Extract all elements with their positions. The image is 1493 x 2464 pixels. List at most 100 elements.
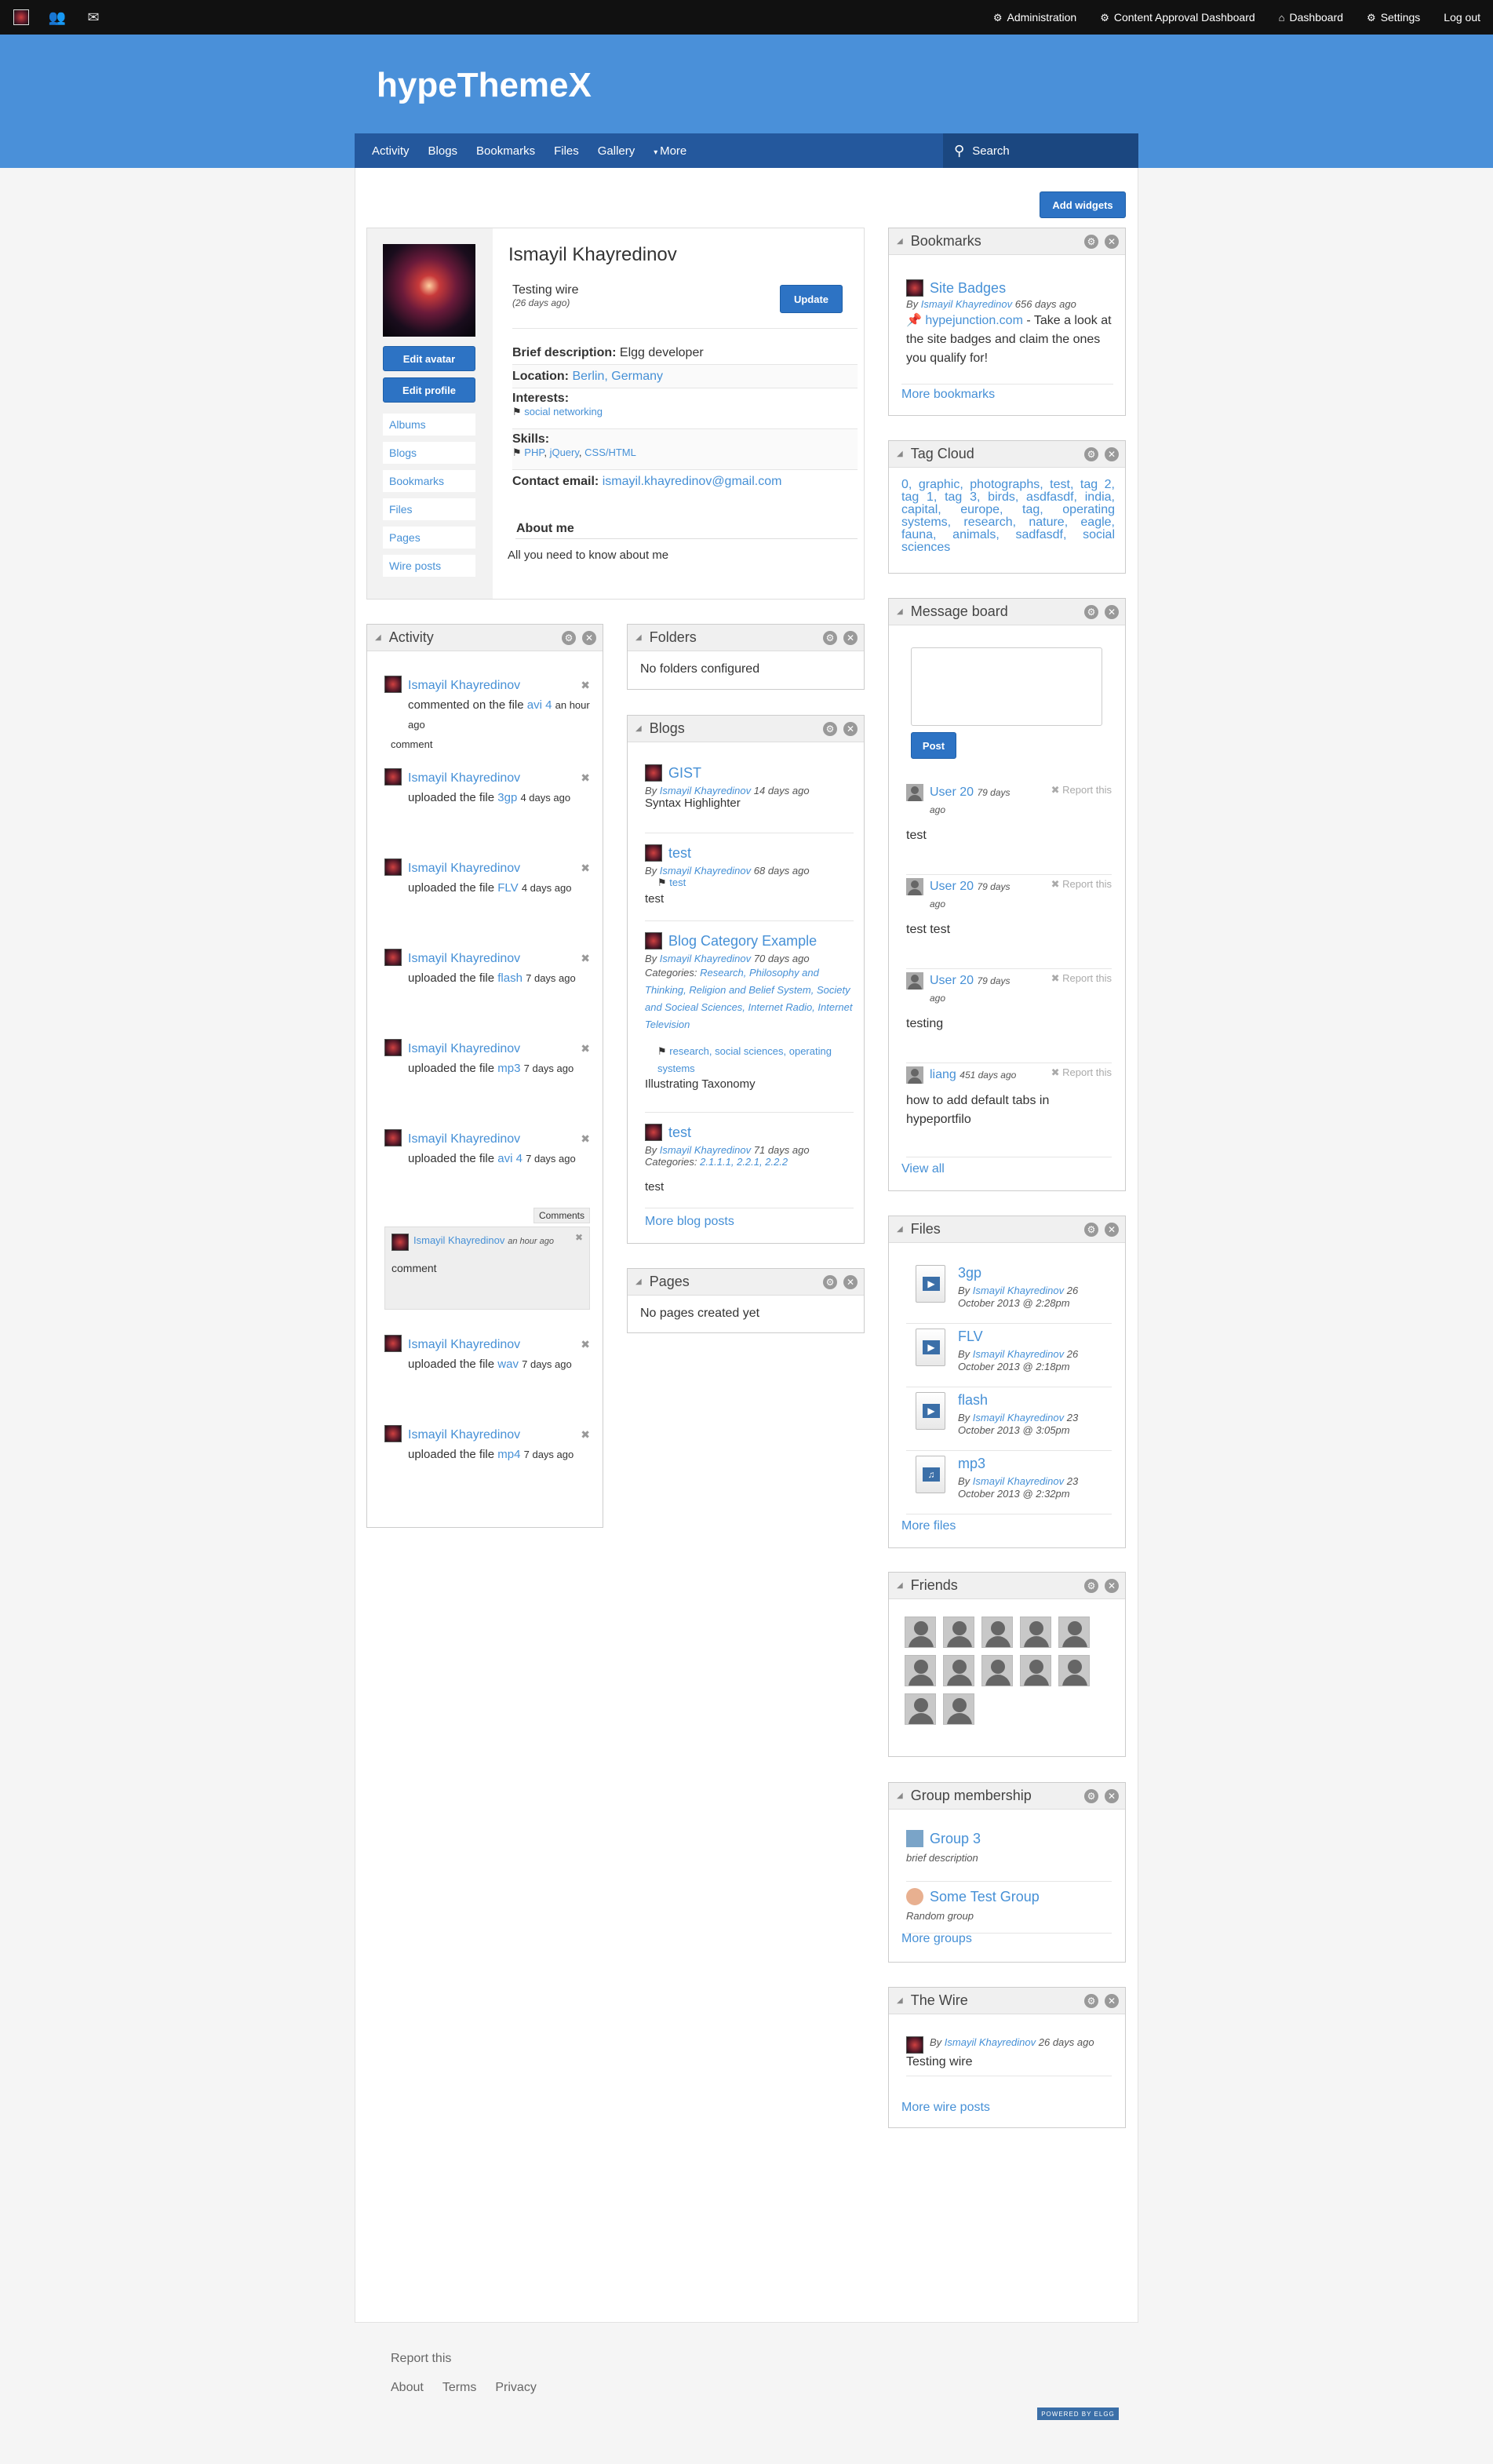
blog-tag[interactable]: test (669, 877, 686, 888)
report-link[interactable]: ✖ Report this (1051, 878, 1112, 891)
elgg-logo-icon[interactable] (3, 0, 39, 35)
mail-icon[interactable]: ✉ (75, 0, 111, 35)
gear-icon[interactable]: ⚙ (1084, 447, 1098, 461)
file-name[interactable]: flash (958, 1392, 988, 1408)
collapse-icon[interactable]: ◢ (897, 1581, 903, 1590)
activity-user[interactable]: Ismayil Khayredinov (408, 862, 520, 875)
avatar[interactable] (384, 1039, 402, 1056)
delete-icon[interactable]: ✖ (581, 1425, 590, 1445)
file-name[interactable]: FLV (958, 1329, 983, 1344)
avatar[interactable] (906, 972, 923, 990)
report-link[interactable]: ✖ Report this (1051, 784, 1112, 796)
close-icon[interactable]: ✕ (843, 722, 858, 736)
close-icon[interactable]: ✕ (1105, 235, 1119, 249)
activity-user[interactable]: Ismayil Khayredinov (408, 1042, 520, 1055)
group-icon[interactable] (906, 1888, 923, 1905)
bookmark-title[interactable]: Site Badges (930, 279, 1006, 297)
site-title[interactable]: hypeThemeX (377, 66, 592, 105)
blog-author[interactable]: Ismayil Khayredinov (660, 953, 751, 964)
collapse-icon[interactable]: ◢ (897, 1996, 903, 2005)
bookmark-link[interactable]: hypejunction.com (925, 314, 1023, 327)
collapse-icon[interactable]: ◢ (635, 633, 642, 642)
close-icon[interactable]: ✕ (1105, 1579, 1119, 1593)
profile-menu-bookmarks[interactable]: Bookmarks (383, 470, 475, 492)
file-name[interactable]: mp3 (958, 1456, 985, 1471)
administration-link[interactable]: ⚙ Administration (993, 11, 1076, 24)
activity-object-link[interactable]: flash (497, 971, 523, 985)
collapse-icon[interactable]: ◢ (897, 1225, 903, 1234)
delete-icon[interactable]: ✖ (581, 676, 590, 695)
more-files-link[interactable]: More files (901, 1519, 956, 1533)
message-user[interactable]: liang (930, 1068, 956, 1081)
avatar[interactable] (906, 279, 923, 297)
friend-avatar[interactable] (981, 1655, 1013, 1686)
profile-menu-wire-posts[interactable]: Wire posts (383, 555, 475, 577)
profile-menu-pages[interactable]: Pages (383, 527, 475, 549)
more-wire-posts-link[interactable]: More wire posts (901, 2101, 990, 2115)
avatar[interactable] (645, 844, 662, 862)
activity-object-link[interactable]: wav (497, 1358, 519, 1371)
skill-tag[interactable]: PHP (524, 447, 544, 458)
collapse-icon[interactable]: ◢ (897, 607, 903, 616)
profile-menu-blogs[interactable]: Blogs (383, 442, 475, 464)
gear-icon[interactable]: ⚙ (1084, 1223, 1098, 1237)
group-name[interactable]: Some Test Group (930, 1889, 1040, 1905)
avatar[interactable] (384, 1425, 402, 1442)
blog-title[interactable]: test (668, 1124, 691, 1141)
activity-object-link[interactable]: avi 4 (497, 1152, 523, 1165)
blog-author[interactable]: Ismayil Khayredinov (660, 865, 751, 877)
file-icon[interactable]: ▶ (916, 1392, 945, 1430)
blog-author[interactable]: Ismayil Khayredinov (660, 1144, 751, 1156)
more-bookmarks-link[interactable]: More bookmarks (901, 388, 995, 401)
blog-tag[interactable]: research, social sciences, operating sys… (657, 1045, 832, 1074)
avatar[interactable] (384, 949, 402, 966)
comments-tab[interactable]: Comments (533, 1208, 590, 1223)
collapse-icon[interactable]: ◢ (635, 724, 642, 733)
gear-icon[interactable]: ⚙ (823, 722, 837, 736)
activity-object-link[interactable]: 3gp (497, 791, 517, 804)
nav-bookmarks[interactable]: Bookmarks (467, 144, 544, 158)
footer-report-link[interactable]: Report this (391, 2352, 451, 2366)
tag-cloud[interactable]: 0, graphic, photographs, test, tag 2, ta… (901, 479, 1115, 554)
friend-avatar[interactable] (981, 1617, 1013, 1648)
avatar[interactable] (384, 676, 402, 693)
collapse-icon[interactable]: ◢ (897, 237, 903, 246)
activity-user[interactable]: Ismayil Khayredinov (408, 952, 520, 965)
activity-object-link[interactable]: mp4 (497, 1448, 520, 1461)
friends-icon[interactable]: 👥 (39, 0, 75, 35)
activity-user[interactable]: Ismayil Khayredinov (408, 1132, 520, 1146)
gear-icon[interactable]: ⚙ (823, 1275, 837, 1289)
avatar[interactable] (383, 244, 475, 337)
nav-blogs[interactable]: Blogs (419, 144, 468, 158)
gear-icon[interactable]: ⚙ (1084, 235, 1098, 249)
gear-icon[interactable]: ⚙ (1084, 605, 1098, 619)
friend-avatar[interactable] (943, 1693, 974, 1725)
avatar[interactable] (384, 1129, 402, 1146)
friend-avatar[interactable] (1020, 1655, 1051, 1686)
avatar[interactable] (384, 1335, 402, 1352)
gear-icon[interactable]: ⚙ (1084, 1994, 1098, 2008)
view-all-link[interactable]: View all (901, 1162, 945, 1176)
email-link[interactable]: ismayil.khayredinov@gmail.com (603, 475, 782, 488)
activity-user[interactable]: Ismayil Khayredinov (408, 771, 520, 785)
edit-avatar-button[interactable]: Edit avatar (383, 346, 475, 371)
search-box[interactable]: ⚲ Search (943, 133, 1138, 168)
gear-icon[interactable]: ⚙ (1084, 1579, 1098, 1593)
friend-avatar[interactable] (943, 1617, 974, 1648)
settings-link[interactable]: ⚙ Settings (1367, 11, 1420, 24)
activity-user[interactable]: Ismayil Khayredinov (408, 679, 520, 692)
message-textarea[interactable] (911, 647, 1102, 726)
collapse-icon[interactable]: ◢ (897, 1792, 903, 1800)
delete-icon[interactable]: ✖ (581, 1335, 590, 1354)
powered-by-elgg-badge[interactable]: POWERED BY ELGG (1037, 2408, 1119, 2420)
activity-object-link[interactable]: FLV (497, 881, 518, 895)
profile-menu-albums[interactable]: Albums (383, 414, 475, 436)
delete-icon[interactable]: ✖ (581, 768, 590, 788)
blog-author[interactable]: Ismayil Khayredinov (660, 785, 751, 796)
avatar[interactable] (906, 878, 923, 895)
more-groups-link[interactable]: More groups (901, 1932, 972, 1946)
logout-link[interactable]: Log out (1444, 11, 1480, 24)
nav-more[interactable]: ▾ More (644, 144, 696, 158)
close-icon[interactable]: ✕ (1105, 1223, 1119, 1237)
delete-icon[interactable]: ✖ (581, 1129, 590, 1149)
